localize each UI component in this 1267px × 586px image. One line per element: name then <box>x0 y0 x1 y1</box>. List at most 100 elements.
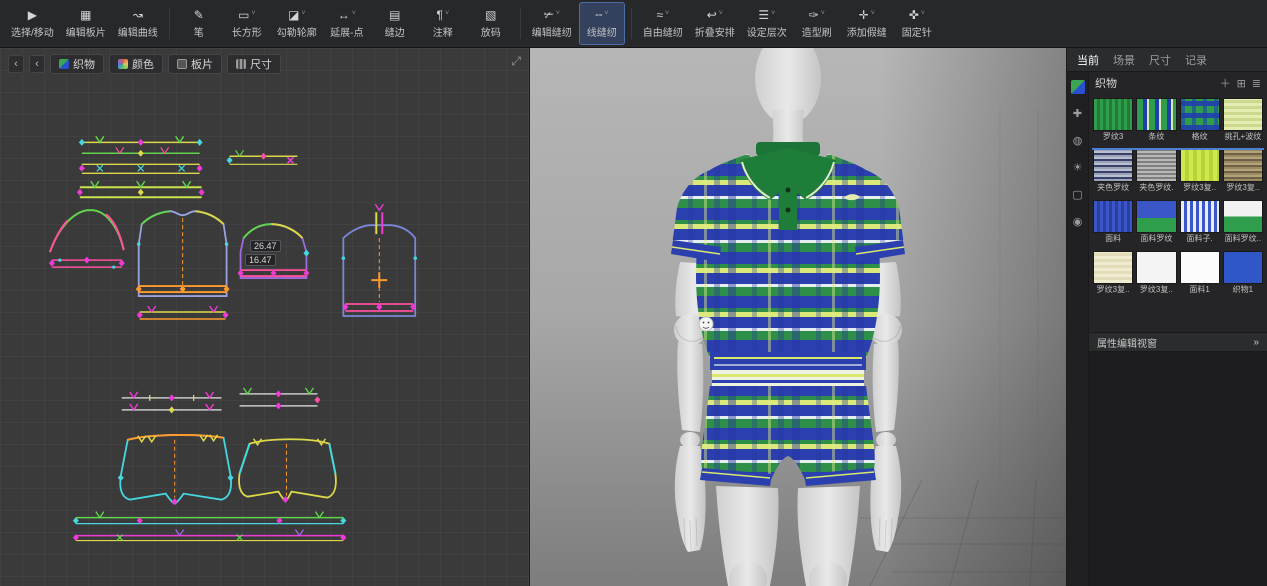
pattern-piece-hem-strips[interactable] <box>73 512 346 541</box>
tab-color[interactable]: 颜色 <box>109 54 163 74</box>
pattern-piece-placket-strip[interactable] <box>227 150 298 164</box>
tool-trace-outline[interactable]: ◪˅勾勒轮廓 <box>272 2 322 45</box>
tool-annotation[interactable]: ¶˅注释 <box>420 2 466 45</box>
fabric-library-icon[interactable] <box>1071 80 1085 94</box>
dropdown-caret-icon[interactable]: ˅ <box>921 10 925 17</box>
dropdown-caret-icon[interactable]: ˅ <box>665 10 669 17</box>
fabric-swatch[interactable]: 面料罗纹 <box>1136 200 1176 245</box>
fabric-swatch[interactable]: 面料子. <box>1180 200 1220 245</box>
record-icon[interactable]: ◉ <box>1073 215 1083 229</box>
tool-edit-curve[interactable]: ↝编辑曲线 <box>113 2 163 45</box>
nav-back2-icon[interactable]: ‹ <box>29 55 45 73</box>
fabric-swatch[interactable]: 罗纹3复.. <box>1136 251 1176 296</box>
list-view-icon[interactable]: ≣ <box>1252 77 1261 90</box>
tool-styling-brush[interactable]: ✑˅造型刷 <box>794 2 840 45</box>
garment-polo[interactable] <box>671 142 905 370</box>
tool-extend-point[interactable]: ↔˅延展-点 <box>324 2 370 45</box>
tab-current[interactable]: 当前 <box>1077 52 1099 68</box>
fabric-thumb[interactable] <box>1136 200 1176 233</box>
tool-add-basting[interactable]: ✛˅添加假缝 <box>842 2 892 45</box>
tool-line-sewing[interactable]: ╌˅线缝纫 <box>579 2 625 45</box>
fabric-swatch[interactable]: 织物1 <box>1223 251 1263 296</box>
pattern-piece-back[interactable] <box>342 204 417 316</box>
dropdown-caret-icon[interactable]: ˅ <box>604 10 608 17</box>
fabric-swatch[interactable]: 罗纹3复.. <box>1223 149 1263 194</box>
dropdown-caret-icon[interactable]: ˅ <box>771 10 775 17</box>
tab-size[interactable]: 尺寸 <box>1149 52 1171 68</box>
dropdown-caret-icon[interactable]: ˅ <box>251 10 255 17</box>
fabric-thumb[interactable] <box>1093 200 1133 233</box>
fabric-thumb[interactable] <box>1180 149 1220 182</box>
tab-scene[interactable]: 场景 <box>1113 52 1135 68</box>
fabric-thumb[interactable] <box>1180 251 1220 284</box>
board-icon[interactable]: ▢ <box>1072 188 1082 202</box>
tool-pin[interactable]: ✜˅固定针 <box>894 2 940 45</box>
dropdown-caret-icon[interactable]: ˅ <box>301 10 305 17</box>
fabric-thumb[interactable] <box>1223 149 1263 182</box>
fabric-thumb[interactable] <box>1136 149 1176 182</box>
fabric-thumb[interactable] <box>1136 98 1176 131</box>
fabric-thumb[interactable] <box>1136 251 1176 284</box>
tool-seam-allowance[interactable]: ▤缝边 <box>372 2 418 45</box>
tab-history[interactable]: 记录 <box>1185 52 1207 68</box>
fabric-swatch[interactable]: 面料 <box>1093 200 1133 245</box>
fabric-swatch[interactable]: 罗纹3复.. <box>1093 251 1133 296</box>
fabric-thumb[interactable] <box>1093 149 1133 182</box>
fabric-thumb[interactable] <box>1180 98 1220 131</box>
tab-pattern[interactable]: 板片 <box>168 54 222 74</box>
tool-fold-arrange[interactable]: ↩˅折叠安排 <box>690 2 740 45</box>
dropdown-caret-icon[interactable]: ˅ <box>445 10 449 17</box>
tool-set-layer[interactable]: ☰˅设定层次 <box>742 2 792 45</box>
fabric-swatch[interactable]: 罗纹3复.. <box>1180 149 1220 194</box>
pattern-piece-shorts-front[interactable] <box>118 435 234 505</box>
expand-panel-icon[interactable]: ⤢ <box>511 54 521 69</box>
fabric-thumb[interactable] <box>1223 200 1263 233</box>
pattern-2d-panel[interactable]: ‹ ‹ 织物 颜色 板片 尺寸 ⤢ 26.47 16.47 <box>0 48 530 586</box>
pattern-piece-shorts-back[interactable] <box>239 439 336 503</box>
nav-back-icon[interactable]: ‹ <box>8 55 24 73</box>
collapse-icon[interactable]: » <box>1253 337 1259 348</box>
fabric-thumb[interactable] <box>1093 98 1133 131</box>
fabric-swatch[interactable]: 面料罗纹.. <box>1223 200 1263 245</box>
tab-size[interactable]: 尺寸 <box>227 54 281 74</box>
fabric-swatch[interactable]: 夹色罗纹 <box>1093 149 1133 194</box>
viewport-3d[interactable] <box>530 48 1067 586</box>
pattern-piece-sleeve[interactable] <box>49 210 125 269</box>
tool-edit-pattern[interactable]: ▦编辑板片 <box>61 2 111 45</box>
property-editor-bar[interactable]: 属性编辑视窗 » <box>1089 332 1267 352</box>
fabric-name: 罗纹3复.. <box>1093 284 1133 295</box>
pattern-canvas[interactable] <box>0 48 529 586</box>
grid-view-icon[interactable]: ⊞ <box>1237 77 1246 90</box>
tool-rectangle[interactable]: ▭˅长方形 <box>224 2 270 45</box>
pattern-piece-bodice-front[interactable] <box>136 211 230 319</box>
tool-select-move[interactable]: ▶选择/移动 <box>6 2 59 45</box>
pattern-piece-waistband-right[interactable] <box>240 388 321 409</box>
pattern-piece-neckband-strips[interactable] <box>77 136 205 197</box>
fabric-thumb[interactable] <box>1180 200 1220 233</box>
light-icon[interactable]: ☀ <box>1073 161 1083 175</box>
dropdown-caret-icon[interactable]: ˅ <box>821 10 825 17</box>
fabric-swatch[interactable]: 条纹 <box>1136 98 1176 143</box>
fabric-thumb[interactable] <box>1223 98 1263 131</box>
dropdown-caret-icon[interactable]: ˅ <box>352 10 356 17</box>
tool-grading[interactable]: ▧放码 <box>468 2 514 45</box>
add-icon[interactable]: ✚ <box>1073 107 1082 121</box>
add-fabric-icon[interactable]: ＋ <box>1220 75 1231 91</box>
fabric-thumb[interactable] <box>1223 251 1263 284</box>
dropdown-caret-icon[interactable]: ˅ <box>871 10 875 17</box>
fabric-swatch[interactable]: 夹色罗纹. <box>1136 149 1176 194</box>
tool-free-sewing[interactable]: ≈˅自由缝纫 <box>638 2 688 45</box>
tab-fabric[interactable]: 织物 <box>50 54 104 74</box>
tool-pen[interactable]: ✎笔 <box>176 2 222 45</box>
fabric-swatch[interactable]: 面料1 <box>1180 251 1220 296</box>
sphere-icon[interactable]: ◍ <box>1073 134 1083 148</box>
tool-edit-sewing[interactable]: ✃˅编辑缝纫 <box>527 2 577 45</box>
fabric-thumb[interactable] <box>1093 251 1133 284</box>
pattern-piece-waistband-left[interactable] <box>122 392 222 413</box>
fabric-swatch[interactable]: 格纹 <box>1180 98 1220 143</box>
dropdown-caret-icon[interactable]: ˅ <box>556 10 560 17</box>
fabric-swatch[interactable]: 挑孔+波纹 <box>1223 98 1263 143</box>
dropdown-caret-icon[interactable]: ˅ <box>719 10 723 17</box>
sticker-face[interactable] <box>699 317 713 331</box>
fabric-swatch[interactable]: 罗纹3 <box>1093 98 1133 143</box>
